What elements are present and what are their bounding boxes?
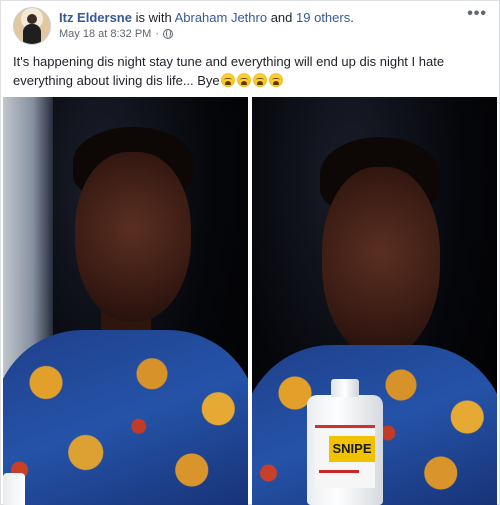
post-header: Itz Eldersne is with Abraham Jethro and … — [11, 5, 489, 45]
bottle: SNIPE — [307, 379, 383, 505]
bottle-stripe — [319, 470, 359, 473]
meta-separator: · — [155, 28, 159, 40]
shirt — [3, 330, 248, 505]
crying-face-icon — [252, 73, 267, 87]
bottle-cap — [331, 379, 359, 397]
end-punct: . — [350, 10, 354, 25]
post-title-line: Itz Eldersne is with Abraham Jethro and … — [59, 9, 354, 26]
face — [75, 152, 191, 322]
avatar-body — [23, 24, 41, 44]
post-text: It's happening dis night stay tune and e… — [13, 52, 487, 90]
facebook-post: Itz Eldersne is with Abraham Jethro and … — [0, 0, 500, 505]
photo-left[interactable] — [3, 97, 248, 505]
tagged-person-link[interactable]: Abraham Jethro — [175, 10, 268, 25]
bottle-label: SNIPE — [315, 425, 375, 488]
face — [322, 167, 440, 357]
emoji-group — [220, 73, 283, 87]
post-meta: May 18 at 8:32 PM · — [59, 28, 173, 40]
crying-face-icon — [236, 73, 251, 87]
crying-face-icon — [268, 73, 283, 87]
others-link[interactable]: 19 others — [296, 10, 350, 25]
more-options-button[interactable]: ••• — [467, 5, 487, 23]
and-text: and — [267, 10, 297, 25]
globe-icon[interactable] — [163, 29, 173, 39]
photo-grid: SNIPE — [3, 97, 497, 505]
crying-face-icon — [220, 73, 235, 87]
with-text: is with — [131, 10, 175, 25]
bottle-partial — [3, 473, 25, 505]
post-timestamp[interactable]: May 18 at 8:32 PM — [59, 28, 151, 40]
photo-right[interactable]: SNIPE — [252, 97, 497, 505]
bottle-brand-text: SNIPE — [329, 436, 375, 462]
avatar-head — [27, 14, 37, 24]
author-name-link[interactable]: Itz Eldersne — [59, 10, 132, 25]
author-avatar[interactable] — [13, 7, 51, 45]
